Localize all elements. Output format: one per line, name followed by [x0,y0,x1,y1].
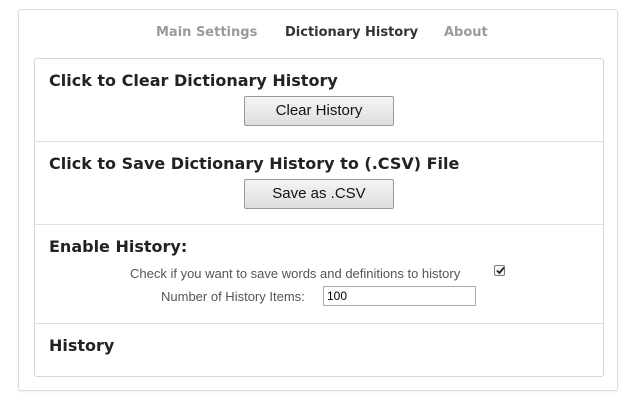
history-section: History [35,324,603,376]
tab-about[interactable]: About [444,25,488,40]
save-history-checkbox-label: Check if you want to save words and defi… [130,266,461,281]
checkmark-icon [496,266,505,275]
history-items-input[interactable]: 100 [323,286,476,306]
clear-history-button[interactable]: Clear History [244,96,394,126]
tab-dictionary-history[interactable]: Dictionary History [285,25,418,40]
save-csv-section: Click to Save Dictionary History to (.CS… [35,142,603,225]
save-history-checkbox[interactable] [494,265,505,276]
history-panel: Click to Clear Dictionary History Clear … [34,58,604,377]
history-heading: History [49,336,115,355]
tab-bar: Main Settings Dictionary History About [0,25,640,43]
clear-history-heading: Click to Clear Dictionary History [49,71,338,90]
enable-history-heading: Enable History: [49,237,188,256]
tab-main-settings[interactable]: Main Settings [156,25,257,40]
save-csv-heading: Click to Save Dictionary History to (.CS… [49,154,460,173]
save-csv-button[interactable]: Save as .CSV [244,179,394,209]
clear-history-section: Click to Clear Dictionary History Clear … [35,59,603,142]
history-items-label: Number of History Items: [161,289,305,304]
enable-history-section: Enable History: Check if you want to sav… [35,225,603,324]
